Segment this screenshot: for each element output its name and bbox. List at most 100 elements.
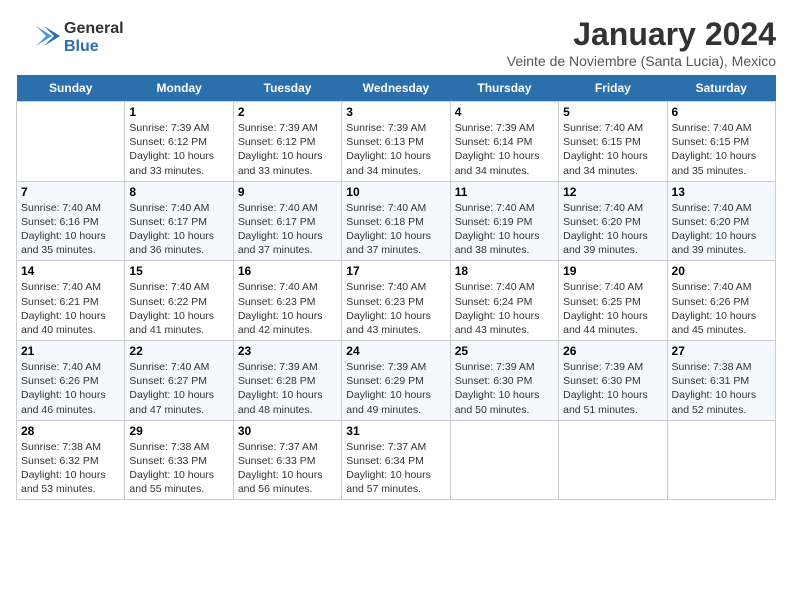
logo: GeneralBlue (16, 16, 124, 60)
calendar-cell (667, 420, 775, 500)
header: GeneralBlue January 2024 Veinte de Novie… (16, 16, 776, 69)
calendar-cell: 7 Sunrise: 7:40 AM Sunset: 6:16 PM Daylig… (17, 181, 125, 261)
logo-blue-text: Blue (64, 38, 124, 56)
date-number: 10 (346, 185, 445, 199)
cell-details: Sunrise: 7:40 AM Sunset: 6:16 PM Dayligh… (21, 201, 120, 258)
date-number: 24 (346, 344, 445, 358)
cell-details: Sunrise: 7:40 AM Sunset: 6:26 PM Dayligh… (21, 360, 120, 417)
calendar-cell (559, 420, 667, 500)
calendar-cell: 15Sunrise: 7:40 AM Sunset: 6:22 PM Dayli… (125, 261, 233, 341)
week-row-4: 21 Sunrise: 7:40 AM Sunset: 6:26 PM Dayli… (17, 341, 776, 421)
calendar-cell: 17Sunrise: 7:40 AM Sunset: 6:23 PM Dayli… (342, 261, 450, 341)
main-title: January 2024 (507, 16, 776, 53)
cell-details: Sunrise: 7:39 AM Sunset: 6:13 PM Dayligh… (346, 121, 445, 178)
date-number: 20 (672, 264, 771, 278)
date-number: 12 (563, 185, 662, 199)
calendar-cell: 2 Sunrise: 7:39 AM Sunset: 6:12 PM Daylig… (233, 102, 341, 182)
date-number: 11 (455, 185, 554, 199)
calendar-table: SundayMondayTuesdayWednesdayThursdayFrid… (16, 75, 776, 500)
cell-details: Sunrise: 7:37 AM Sunset: 6:33 PM Dayligh… (238, 440, 337, 497)
calendar-cell: 10 Sunrise: 7:40 AM Sunset: 6:18 PM Dayli… (342, 181, 450, 261)
cell-details: Sunrise: 7:40 AM Sunset: 6:23 PM Dayligh… (346, 280, 445, 337)
cell-details: Sunrise: 7:40 AM Sunset: 6:27 PM Dayligh… (129, 360, 228, 417)
calendar-cell: 8Sunrise: 7:40 AM Sunset: 6:17 PM Daylig… (125, 181, 233, 261)
calendar-cell (17, 102, 125, 182)
day-header-saturday: Saturday (667, 75, 775, 102)
calendar-cell: 9Sunrise: 7:40 AM Sunset: 6:17 PM Daylig… (233, 181, 341, 261)
cell-details: Sunrise: 7:40 AM Sunset: 6:15 PM Dayligh… (563, 121, 662, 178)
date-number: 3 (346, 105, 445, 119)
calendar-cell: 29Sunrise: 7:38 AM Sunset: 6:33 PM Dayli… (125, 420, 233, 500)
cell-details: Sunrise: 7:40 AM Sunset: 6:19 PM Dayligh… (455, 201, 554, 258)
cell-details: Sunrise: 7:40 AM Sunset: 6:25 PM Dayligh… (563, 280, 662, 337)
calendar-cell (450, 420, 558, 500)
cell-details: Sunrise: 7:40 AM Sunset: 6:21 PM Dayligh… (21, 280, 120, 337)
date-number: 22 (129, 344, 228, 358)
date-number: 31 (346, 424, 445, 438)
day-header-thursday: Thursday (450, 75, 558, 102)
cell-details: Sunrise: 7:40 AM Sunset: 6:24 PM Dayligh… (455, 280, 554, 337)
date-number: 19 (563, 264, 662, 278)
cell-details: Sunrise: 7:37 AM Sunset: 6:34 PM Dayligh… (346, 440, 445, 497)
calendar-cell: 14Sunrise: 7:40 AM Sunset: 6:21 PM Dayli… (17, 261, 125, 341)
cell-details: Sunrise: 7:40 AM Sunset: 6:20 PM Dayligh… (563, 201, 662, 258)
calendar-cell: 18 Sunrise: 7:40 AM Sunset: 6:24 PM Dayli… (450, 261, 558, 341)
calendar-cell: 22 Sunrise: 7:40 AM Sunset: 6:27 PM Dayli… (125, 341, 233, 421)
date-number: 28 (21, 424, 120, 438)
cell-details: Sunrise: 7:40 AM Sunset: 6:17 PM Dayligh… (238, 201, 337, 258)
cell-details: Sunrise: 7:39 AM Sunset: 6:12 PM Dayligh… (238, 121, 337, 178)
date-number: 6 (672, 105, 771, 119)
date-number: 4 (455, 105, 554, 119)
cell-details: Sunrise: 7:40 AM Sunset: 6:26 PM Dayligh… (672, 280, 771, 337)
cell-details: Sunrise: 7:38 AM Sunset: 6:31 PM Dayligh… (672, 360, 771, 417)
day-header-wednesday: Wednesday (342, 75, 450, 102)
calendar-cell: 31 Sunrise: 7:37 AM Sunset: 6:34 PM Dayli… (342, 420, 450, 500)
week-row-2: 7 Sunrise: 7:40 AM Sunset: 6:16 PM Daylig… (17, 181, 776, 261)
week-row-5: 28Sunrise: 7:38 AM Sunset: 6:32 PM Dayli… (17, 420, 776, 500)
cell-details: Sunrise: 7:40 AM Sunset: 6:20 PM Dayligh… (672, 201, 771, 258)
day-header-friday: Friday (559, 75, 667, 102)
date-number: 21 (21, 344, 120, 358)
date-number: 26 (563, 344, 662, 358)
calendar-cell: 4 Sunrise: 7:39 AM Sunset: 6:14 PM Daylig… (450, 102, 558, 182)
calendar-cell: 6Sunrise: 7:40 AM Sunset: 6:15 PM Daylig… (667, 102, 775, 182)
cell-details: Sunrise: 7:40 AM Sunset: 6:18 PM Dayligh… (346, 201, 445, 258)
header-row: SundayMondayTuesdayWednesdayThursdayFrid… (17, 75, 776, 102)
cell-details: Sunrise: 7:40 AM Sunset: 6:23 PM Dayligh… (238, 280, 337, 337)
date-number: 13 (672, 185, 771, 199)
date-number: 18 (455, 264, 554, 278)
calendar-cell: 11 Sunrise: 7:40 AM Sunset: 6:19 PM Dayli… (450, 181, 558, 261)
cell-details: Sunrise: 7:39 AM Sunset: 6:14 PM Dayligh… (455, 121, 554, 178)
calendar-cell: 1 Sunrise: 7:39 AM Sunset: 6:12 PM Daylig… (125, 102, 233, 182)
calendar-cell: 25 Sunrise: 7:39 AM Sunset: 6:30 PM Dayli… (450, 341, 558, 421)
calendar-cell: 13 Sunrise: 7:40 AM Sunset: 6:20 PM Dayli… (667, 181, 775, 261)
logo-general-text: General (64, 20, 124, 38)
date-number: 1 (129, 105, 228, 119)
date-number: 5 (563, 105, 662, 119)
calendar-cell: 30 Sunrise: 7:37 AM Sunset: 6:33 PM Dayli… (233, 420, 341, 500)
date-number: 27 (672, 344, 771, 358)
date-number: 25 (455, 344, 554, 358)
day-header-monday: Monday (125, 75, 233, 102)
date-number: 7 (21, 185, 120, 199)
date-number: 30 (238, 424, 337, 438)
calendar-cell: 16Sunrise: 7:40 AM Sunset: 6:23 PM Dayli… (233, 261, 341, 341)
calendar-cell: 3 Sunrise: 7:39 AM Sunset: 6:13 PM Daylig… (342, 102, 450, 182)
day-header-tuesday: Tuesday (233, 75, 341, 102)
calendar-cell: 5 Sunrise: 7:40 AM Sunset: 6:15 PM Daylig… (559, 102, 667, 182)
calendar-cell: 21 Sunrise: 7:40 AM Sunset: 6:26 PM Dayli… (17, 341, 125, 421)
cell-details: Sunrise: 7:39 AM Sunset: 6:30 PM Dayligh… (455, 360, 554, 417)
calendar-cell: 28Sunrise: 7:38 AM Sunset: 6:32 PM Dayli… (17, 420, 125, 500)
day-header-sunday: Sunday (17, 75, 125, 102)
cell-details: Sunrise: 7:39 AM Sunset: 6:12 PM Dayligh… (129, 121, 228, 178)
calendar-cell: 12 Sunrise: 7:40 AM Sunset: 6:20 PM Dayli… (559, 181, 667, 261)
cell-details: Sunrise: 7:39 AM Sunset: 6:29 PM Dayligh… (346, 360, 445, 417)
subtitle: Veinte de Noviembre (Santa Lucia), Mexic… (507, 53, 776, 69)
calendar-cell: 24 Sunrise: 7:39 AM Sunset: 6:29 PM Dayli… (342, 341, 450, 421)
logo-text-wrap: GeneralBlue (64, 20, 124, 55)
date-number: 8 (129, 185, 228, 199)
title-area: January 2024 Veinte de Noviembre (Santa … (507, 16, 776, 69)
week-row-1: 1 Sunrise: 7:39 AM Sunset: 6:12 PM Daylig… (17, 102, 776, 182)
calendar-cell: 27 Sunrise: 7:38 AM Sunset: 6:31 PM Dayli… (667, 341, 775, 421)
date-number: 2 (238, 105, 337, 119)
